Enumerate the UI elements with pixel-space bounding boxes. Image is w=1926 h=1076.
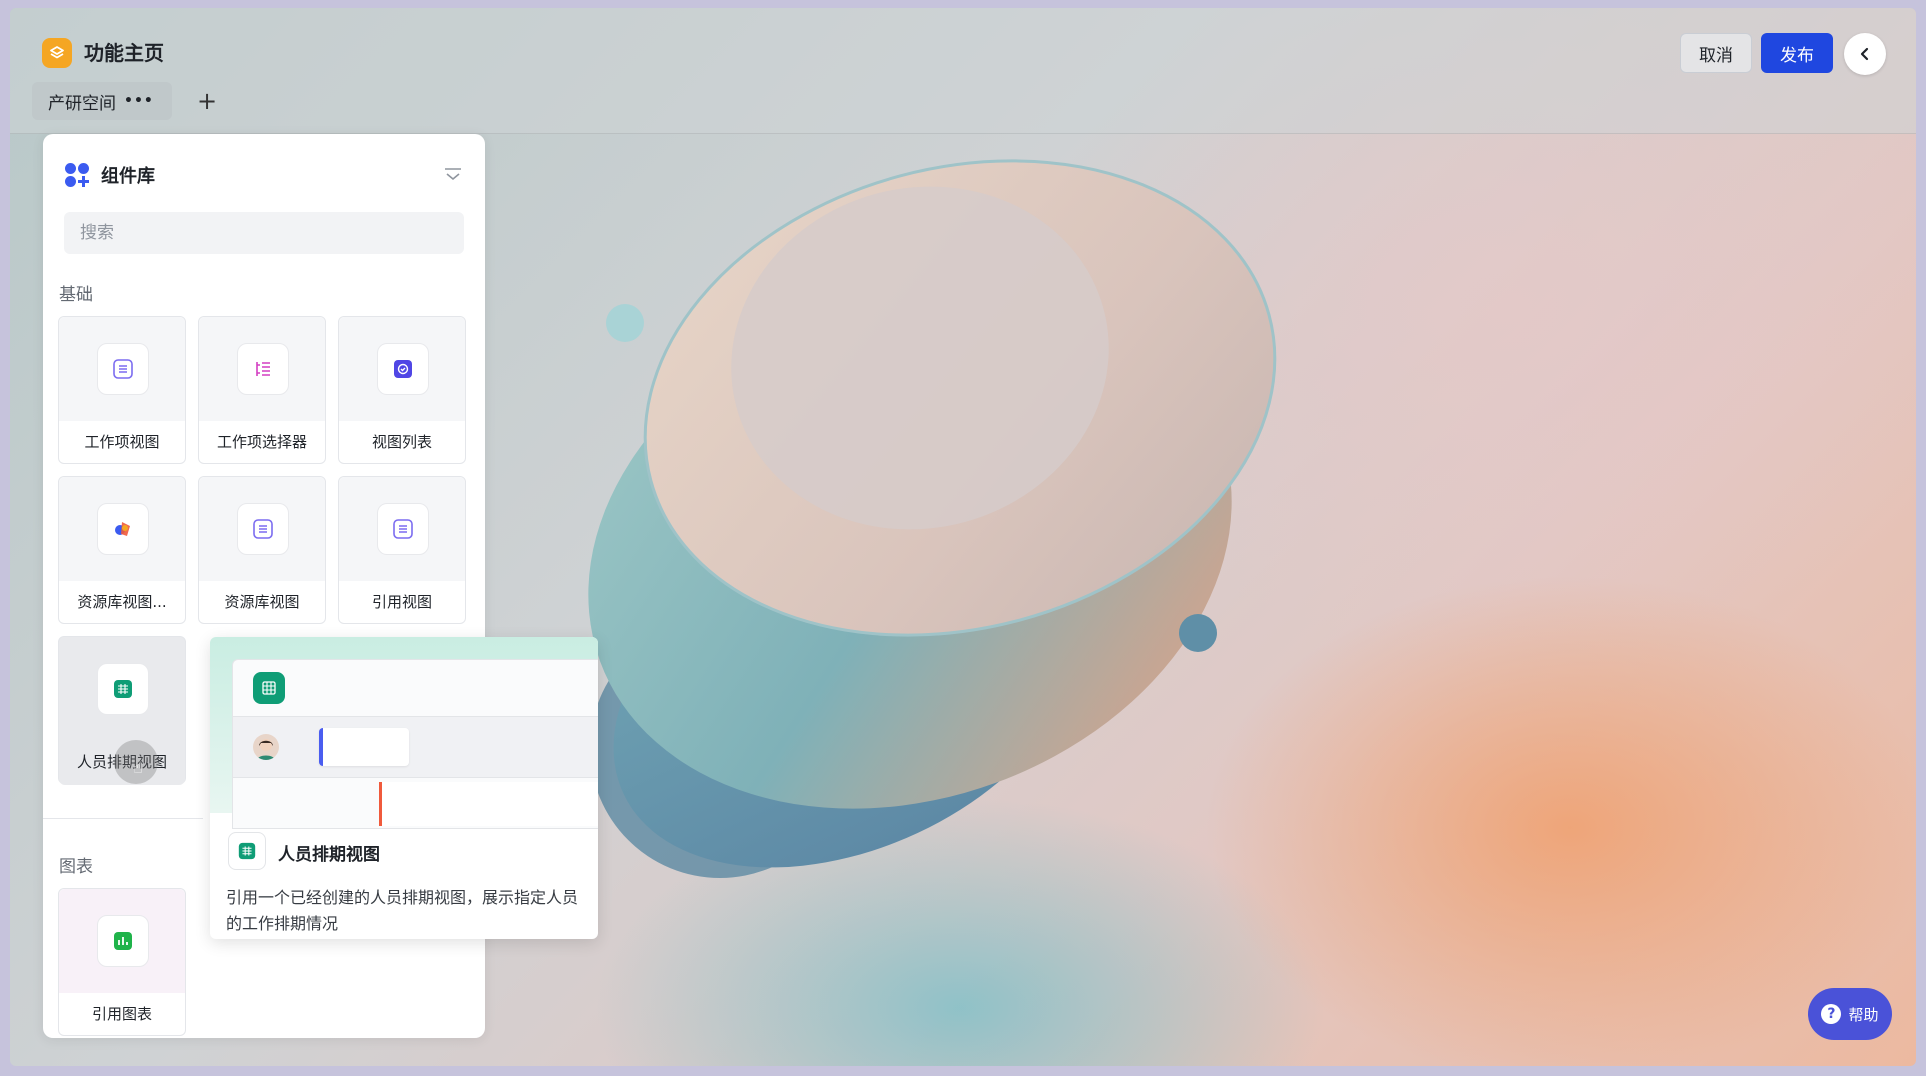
grid-icon — [228, 832, 266, 870]
decorative-3d-shape — [588, 159, 1277, 878]
schedule-bar — [379, 782, 598, 826]
app-window: 功能主页 产研空间 ••• + 取消 发布 组件库 基础 — [10, 8, 1916, 1066]
shapes-icon — [97, 503, 149, 555]
preview-image — [210, 637, 598, 829]
card-label: 资源库视图... — [77, 593, 167, 611]
help-button[interactable]: ? 帮助 — [1808, 988, 1892, 1040]
component-card[interactable]: 资源库视图... — [58, 476, 186, 624]
section-divider — [43, 818, 203, 819]
help-label: 帮助 — [1848, 1005, 1879, 1024]
section-label-charts: 图表 — [59, 857, 93, 877]
popup-title: 人员排期视图 — [278, 845, 380, 865]
component-card[interactable]: 引用视图 — [338, 476, 466, 624]
collapse-icon[interactable] — [443, 166, 463, 184]
hand-cursor-icon: ☝ — [133, 758, 143, 777]
back-button[interactable] — [1844, 33, 1886, 75]
avatar — [253, 734, 279, 760]
card-label: 工作项选择器 — [216, 433, 307, 451]
components-icon — [65, 163, 89, 187]
check-badge-icon — [377, 343, 429, 395]
list-icon — [97, 343, 149, 395]
list-icon — [237, 503, 289, 555]
chevron-left-icon — [1860, 47, 1869, 61]
add-tab-button[interactable]: + — [190, 84, 224, 118]
search-input[interactable] — [64, 212, 464, 254]
component-card[interactable]: 工作项选择器 — [198, 316, 326, 464]
card-label: 资源库视图 — [224, 593, 300, 611]
card-label: 视图列表 — [371, 433, 432, 451]
component-preview-popup: 人员排期视图 引用一个已经创建的人员排期视图，展示指定人员的工作排期情况 — [210, 637, 598, 939]
help-icon: ? — [1821, 1004, 1842, 1024]
grid-icon — [97, 663, 149, 715]
more-icon[interactable]: ••• — [124, 93, 154, 109]
panel-title: 组件库 — [101, 166, 155, 187]
component-card[interactable]: 视图列表 — [338, 316, 466, 464]
top-header: 功能主页 产研空间 ••• + 取消 发布 — [10, 8, 1916, 134]
list-icon — [377, 503, 429, 555]
card-label: 引用图表 — [91, 1005, 152, 1023]
grid-icon — [253, 672, 285, 704]
card-label: 工作项视图 — [84, 433, 160, 451]
panel-header: 组件库 — [65, 162, 155, 188]
card-label: 引用视图 — [371, 593, 432, 611]
component-card[interactable]: 工作项视图 — [58, 316, 186, 464]
bar-chart-icon — [97, 915, 149, 967]
page-title: 功能主页 — [84, 41, 164, 65]
publish-button[interactable]: 发布 — [1761, 33, 1833, 73]
tab-research-space[interactable]: 产研空间 ••• — [32, 82, 172, 120]
stack-icon — [42, 38, 72, 68]
component-card[interactable]: 引用图表 — [58, 888, 186, 1036]
popup-description: 引用一个已经创建的人员排期视图，展示指定人员的工作排期情况 — [226, 888, 579, 933]
schedule-bar — [319, 728, 409, 766]
component-card[interactable]: 资源库视图 — [198, 476, 326, 624]
tab-label: 产研空间 — [48, 93, 116, 114]
cancel-button[interactable]: 取消 — [1680, 33, 1752, 73]
section-label-basic: 基础 — [59, 285, 93, 305]
tree-list-icon — [237, 343, 289, 395]
